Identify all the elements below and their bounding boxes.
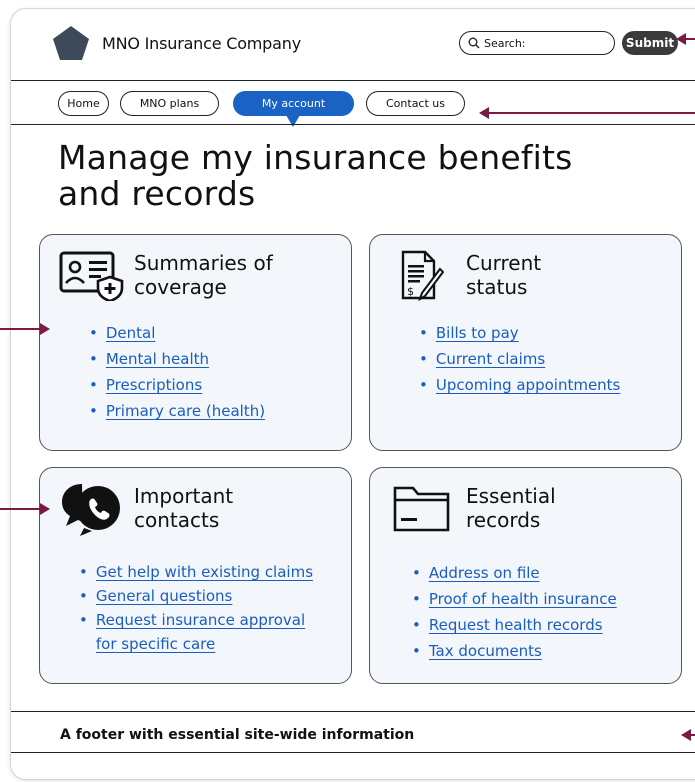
card-current-status: $ Current status • Bills to pay • Current … bbox=[369, 234, 682, 451]
card-important-contacts: Important contacts • Get help with existi… bbox=[39, 467, 352, 684]
link-request-insurance-approval-cont[interactable]: for specific care bbox=[96, 635, 215, 653]
page-title: Manage my insurance benefits and records bbox=[58, 138, 573, 213]
footer-text: A footer with essential site-wide inform… bbox=[60, 727, 415, 743]
link-general-questions[interactable]: General questions bbox=[96, 587, 233, 605]
list-item: • Request health records bbox=[412, 616, 603, 634]
link-request-health-records[interactable]: Request health records bbox=[429, 616, 603, 634]
link-prescriptions[interactable]: Prescriptions bbox=[106, 376, 202, 394]
annotation-arrow-icon bbox=[681, 729, 695, 741]
link-tax-documents[interactable]: Tax documents bbox=[429, 642, 542, 660]
chat-phone-icon bbox=[62, 484, 120, 536]
link-upcoming-appointments[interactable]: Upcoming appointments bbox=[436, 376, 621, 394]
records-link-list: • Address on file • Proof of health insura… bbox=[412, 560, 617, 664]
list-item: • Prescriptions bbox=[89, 376, 203, 394]
nav-contact-us[interactable]: Contact us bbox=[366, 91, 465, 116]
list-item: • Address on file bbox=[412, 564, 540, 582]
link-request-insurance-approval[interactable]: Request insurance approval bbox=[96, 611, 305, 629]
list-item: • Bills to pay bbox=[419, 324, 519, 342]
list-item: • Request insurance approval for specific … bbox=[79, 611, 306, 653]
submit-button[interactable]: Submit bbox=[622, 31, 678, 55]
list-item: • Primary care (health) bbox=[89, 402, 266, 420]
link-proof-of-health-insurance[interactable]: Proof of health insurance bbox=[429, 590, 617, 608]
list-item: • Get help with existing claims bbox=[79, 563, 314, 581]
footer-divider-bottom bbox=[11, 752, 695, 753]
nav-home[interactable]: Home bbox=[58, 91, 109, 116]
bill-document-icon: $ bbox=[401, 250, 444, 301]
link-bills-to-pay[interactable]: Bills to pay bbox=[436, 324, 519, 342]
status-link-list: • Bills to pay • Current claims • Upcoming … bbox=[419, 320, 620, 398]
company-name: MNO Insurance Company bbox=[102, 34, 301, 53]
nav-divider bbox=[11, 124, 695, 125]
card-essential-records: Essential records • Address on file • Proo… bbox=[369, 467, 682, 684]
list-item: • Dental bbox=[89, 324, 156, 342]
id-card-shield-icon bbox=[59, 251, 124, 301]
list-item: • Upcoming appointments bbox=[419, 376, 621, 394]
search-icon bbox=[468, 37, 480, 49]
active-nav-pointer bbox=[286, 115, 300, 127]
nav-mno-plans[interactable]: MNO plans bbox=[120, 91, 219, 116]
svg-text:$: $ bbox=[407, 285, 414, 298]
annotation-arrow-icon bbox=[479, 107, 695, 119]
search-label: Search: bbox=[484, 36, 526, 50]
link-address-on-file[interactable]: Address on file bbox=[429, 564, 540, 582]
contacts-link-list: • Get help with existing claims • General … bbox=[79, 560, 313, 656]
coverage-link-list: • Dental • Mental health • Prescriptions • P… bbox=[89, 320, 265, 424]
list-item: • General questions bbox=[79, 587, 233, 605]
annotation-arrow-icon bbox=[0, 503, 50, 515]
list-item: • Proof of health insurance bbox=[412, 590, 617, 608]
search-input[interactable]: Search: bbox=[459, 31, 615, 55]
link-mental-health[interactable]: Mental health bbox=[106, 350, 209, 368]
link-current-claims[interactable]: Current claims bbox=[436, 350, 545, 368]
card-summaries-of-coverage: Summaries of coverage • Dental • Mental he… bbox=[39, 234, 352, 451]
card-title: Current status bbox=[466, 251, 542, 299]
card-title: Summaries of coverage bbox=[134, 251, 273, 299]
header-divider bbox=[11, 80, 695, 81]
link-get-help-existing-claims[interactable]: Get help with existing claims bbox=[96, 563, 313, 581]
annotation-arrow-icon bbox=[0, 323, 50, 335]
nav-my-account[interactable]: My account bbox=[233, 91, 354, 116]
annotation-arrow-icon bbox=[676, 33, 695, 45]
link-dental[interactable]: Dental bbox=[106, 324, 156, 342]
card-title: Essential records bbox=[466, 484, 556, 532]
footer-divider-top bbox=[11, 711, 695, 712]
company-logo-icon bbox=[53, 26, 89, 60]
list-item: • Mental health bbox=[89, 350, 210, 368]
link-primary-care[interactable]: Primary care (health) bbox=[106, 402, 265, 420]
list-item: • Tax documents bbox=[412, 642, 542, 660]
folder-icon bbox=[393, 486, 450, 532]
card-title: Important contacts bbox=[134, 484, 234, 532]
list-item: • Current claims bbox=[419, 350, 546, 368]
